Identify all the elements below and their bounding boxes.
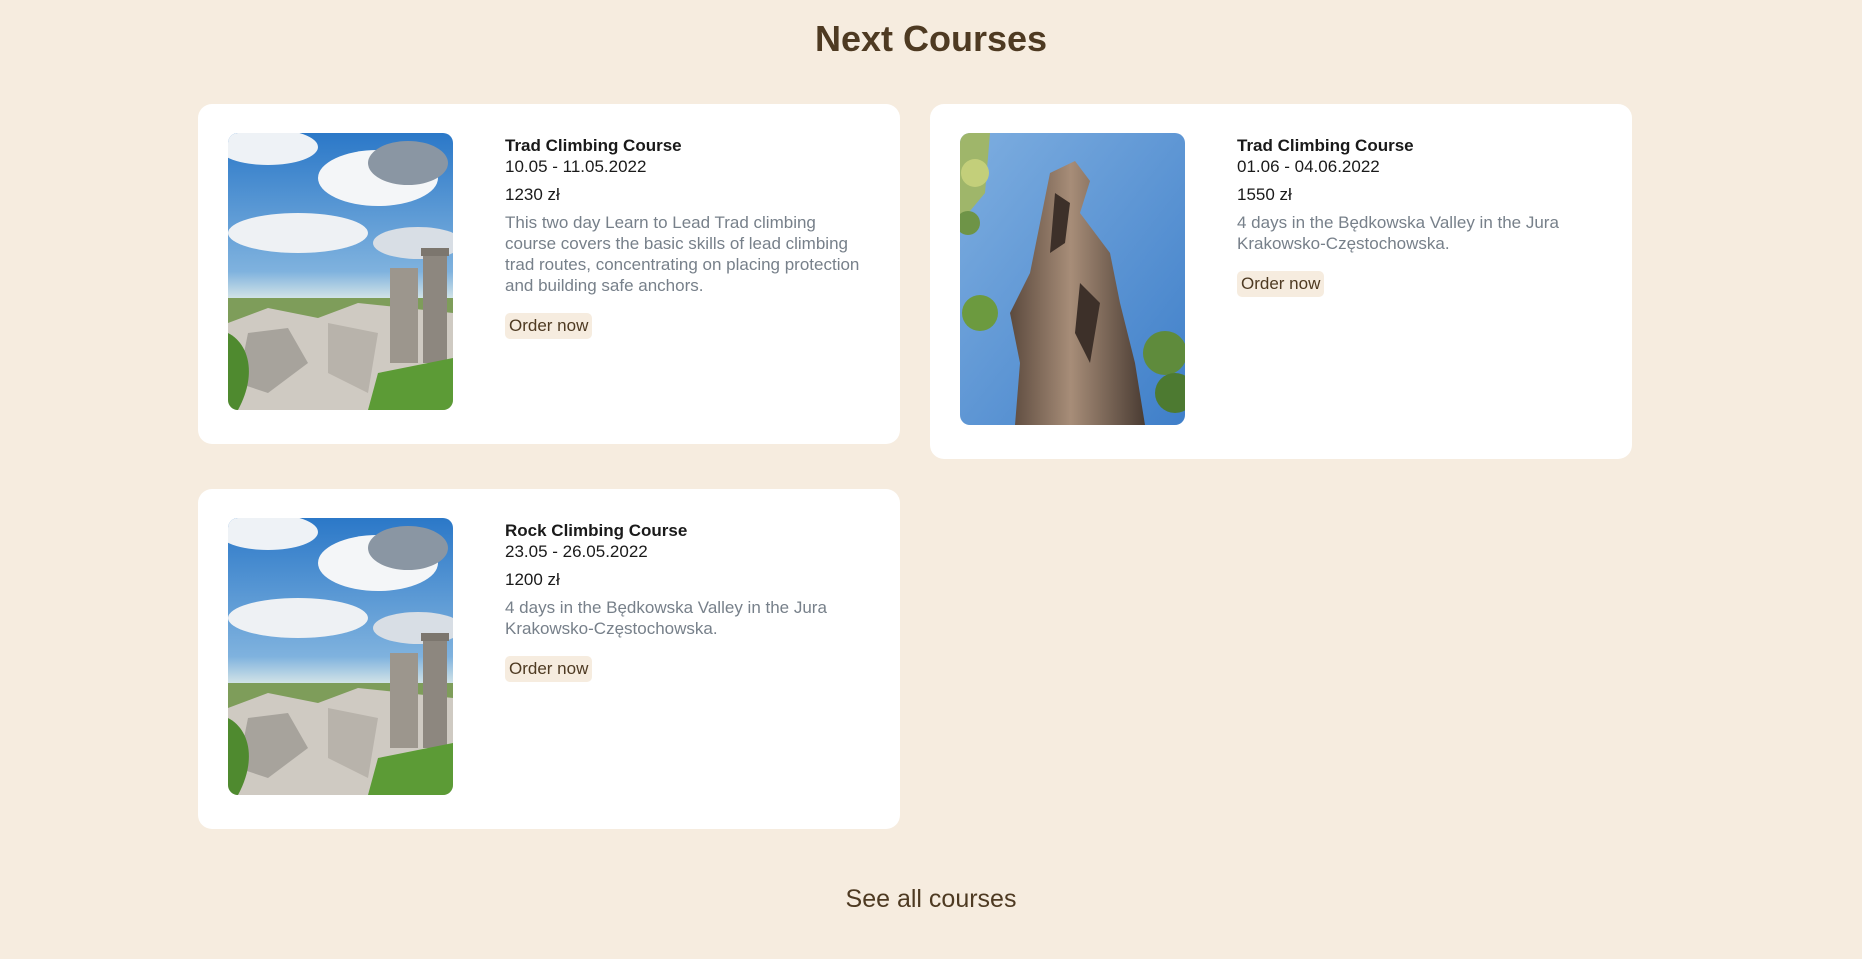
course-card: Trad Climbing Course 01.06 - 04.06.2022 … [930,104,1632,459]
course-info: Rock Climbing Course 23.05 - 26.05.2022 … [505,518,865,682]
course-info: Trad Climbing Course 10.05 - 11.05.2022 … [505,133,865,339]
order-now-button[interactable]: Order now [1237,271,1325,297]
courses-grid: Trad Climbing Course 10.05 - 11.05.2022 … [198,104,1632,829]
course-dates: 01.06 - 04.06.2022 [1237,157,1380,176]
course-card: Trad Climbing Course 10.05 - 11.05.2022 … [198,104,900,444]
order-now-button[interactable]: Order now [505,313,593,339]
see-all-courses-link[interactable]: See all courses [0,885,1862,914]
order-now-button[interactable]: Order now [505,656,593,682]
course-dates: 23.05 - 26.05.2022 [505,542,648,561]
course-info: Trad Climbing Course 01.06 - 04.06.2022 … [1237,133,1597,297]
course-name: Rock Climbing Course [505,521,688,540]
course-name: Trad Climbing Course [1237,136,1414,155]
course-price: 1550 zł [1237,185,1292,204]
course-description: This two day Learn to Lead Trad climbing… [505,213,860,295]
course-dates: 10.05 - 11.05.2022 [505,157,647,176]
course-price: 1200 zł [505,570,560,589]
course-name: Trad Climbing Course [505,136,682,155]
course-description: 4 days in the Będkowska Valley in the Ju… [1237,213,1559,253]
course-description: 4 days in the Będkowska Valley in the Ju… [505,598,827,638]
course-image-castle [228,133,453,410]
course-price: 1230 zł [505,185,560,204]
course-image-castle [228,518,453,795]
section-title: Next Courses [814,18,1048,59]
course-card: Rock Climbing Course 23.05 - 26.05.2022 … [198,489,900,829]
courses-section: Next Courses Trad Climbing Course 10.05 … [0,0,1862,959]
course-image-rock-tower [960,133,1185,425]
